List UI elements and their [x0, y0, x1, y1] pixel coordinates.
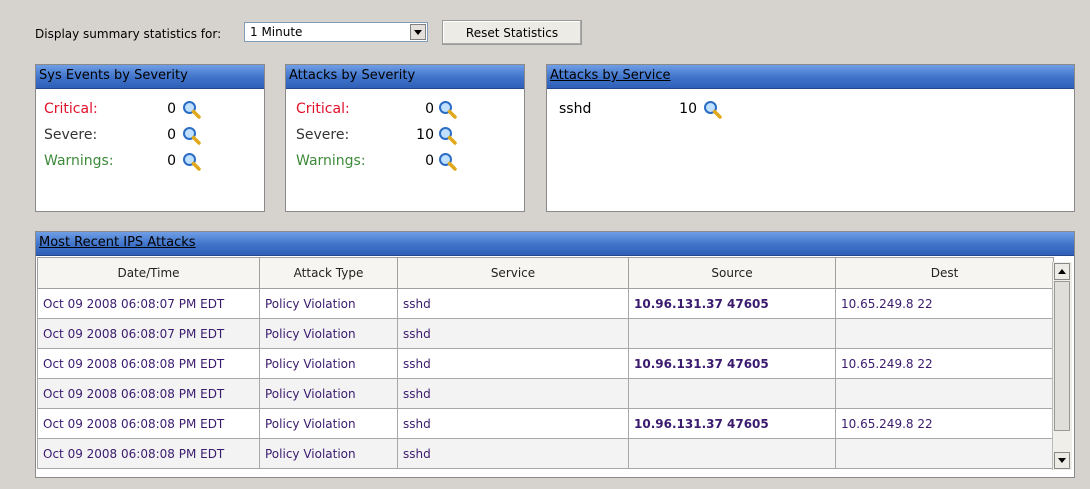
cell-attack-type: Policy Violation — [259, 318, 398, 349]
recent-attacks-table: Date/Time Attack Type Service Source Des… — [37, 257, 1054, 469]
cell-attack-type: Policy Violation — [259, 378, 398, 409]
cell-datetime: Oct 09 2008 06:08:08 PM EDT — [37, 438, 260, 469]
cell-dest: 10.65.249.8 22 — [835, 408, 1054, 439]
magnifier-icon[interactable] — [438, 126, 458, 150]
dropdown-arrow-icon[interactable] — [410, 24, 426, 40]
attacks-service-title[interactable]: Attacks by Service — [547, 65, 1074, 89]
table-row[interactable]: Oct 09 2008 06:08:07 PM EDT Policy Viola… — [37, 288, 1054, 319]
cell-dest: 10.65.249.8 22 — [835, 348, 1054, 379]
column-header-attack-type[interactable]: Attack Type — [259, 257, 398, 289]
column-header-service[interactable]: Service — [397, 257, 629, 289]
table-scrollbar[interactable] — [1052, 262, 1072, 470]
cell-source — [628, 438, 836, 469]
table-header-row: Date/Time Attack Type Service Source Des… — [37, 257, 1054, 289]
cell-dest — [835, 318, 1054, 349]
attacks-severity-panel: Attacks by Severity Critical: 0 Severe: … — [285, 64, 525, 212]
magnifier-icon[interactable] — [182, 126, 202, 150]
atk-critical-row: Critical: 0 — [296, 101, 516, 119]
scroll-up-icon[interactable] — [1054, 263, 1070, 280]
magnifier-icon[interactable] — [182, 100, 202, 124]
sys-critical-label: Critical: — [44, 101, 98, 117]
column-header-source[interactable]: Source — [628, 257, 836, 289]
cell-source — [628, 318, 836, 349]
table-row[interactable]: Oct 09 2008 06:08:08 PM EDT Policy Viola… — [37, 408, 1054, 439]
recent-attacks-title[interactable]: Most Recent IPS Attacks — [36, 232, 1074, 256]
cell-service: sshd — [397, 408, 629, 439]
sys-severe-row: Severe: 0 — [44, 127, 264, 145]
cell-datetime: Oct 09 2008 06:08:08 PM EDT — [37, 408, 260, 439]
column-header-dest[interactable]: Dest — [835, 257, 1054, 289]
sys-warnings-row: Warnings: 0 — [44, 153, 264, 171]
cell-dest — [835, 378, 1054, 409]
cell-service: sshd — [397, 348, 629, 379]
cell-attack-type: Policy Violation — [259, 408, 398, 439]
scrollbar-thumb[interactable] — [1054, 281, 1070, 431]
summary-period-label: Display summary statistics for: — [35, 27, 222, 41]
attacks-severity-title: Attacks by Severity — [286, 65, 524, 89]
recent-attacks-title-link[interactable]: Most Recent IPS Attacks — [39, 235, 196, 250]
atk-warnings-value: 0 — [425, 153, 434, 169]
sys-warnings-value: 0 — [167, 153, 176, 169]
recent-attacks-panel: Most Recent IPS Attacks Date/Time Attack… — [35, 231, 1075, 478]
atk-severe-value: 10 — [416, 127, 434, 143]
atk-warnings-row: Warnings: 0 — [296, 153, 516, 171]
magnifier-icon[interactable] — [438, 100, 458, 124]
period-select[interactable]: 1 Minute — [244, 22, 428, 42]
cell-service: sshd — [397, 318, 629, 349]
table-row[interactable]: Oct 09 2008 06:08:08 PM EDT Policy Viola… — [37, 348, 1054, 379]
magnifier-icon[interactable] — [703, 100, 723, 124]
cell-attack-type: Policy Violation — [259, 348, 398, 379]
sys-critical-value: 0 — [167, 101, 176, 117]
table-row[interactable]: Oct 09 2008 06:08:07 PM EDT Policy Viola… — [37, 318, 1054, 349]
cell-datetime: Oct 09 2008 06:08:07 PM EDT — [37, 288, 260, 319]
service-name: sshd — [559, 101, 592, 117]
scroll-down-icon[interactable] — [1054, 452, 1070, 469]
cell-source — [628, 378, 836, 409]
atk-warnings-label: Warnings: — [296, 153, 366, 169]
cell-datetime: Oct 09 2008 06:08:08 PM EDT — [37, 348, 260, 379]
sys-severe-value: 0 — [167, 127, 176, 143]
magnifier-icon[interactable] — [182, 152, 202, 176]
sys-critical-row: Critical: 0 — [44, 101, 264, 119]
magnifier-icon[interactable] — [438, 152, 458, 176]
atk-critical-value: 0 — [425, 101, 434, 117]
reset-statistics-button[interactable]: Reset Statistics — [442, 20, 582, 45]
cell-attack-type: Policy Violation — [259, 288, 398, 319]
sys-warnings-label: Warnings: — [44, 153, 114, 169]
cell-source: 10.96.131.37 47605 — [628, 288, 836, 319]
attacks-service-title-link[interactable]: Attacks by Service — [550, 68, 671, 83]
period-select-value: 1 Minute — [250, 25, 303, 39]
table-row[interactable]: Oct 09 2008 06:08:08 PM EDT Policy Viola… — [37, 438, 1054, 469]
atk-critical-label: Critical: — [296, 101, 350, 117]
sys-events-title: Sys Events by Severity — [36, 65, 264, 89]
table-row[interactable]: Oct 09 2008 06:08:08 PM EDT Policy Viola… — [37, 378, 1054, 409]
cell-datetime: Oct 09 2008 06:08:08 PM EDT — [37, 378, 260, 409]
atk-severe-row: Severe: 10 — [296, 127, 516, 145]
sys-events-panel: Sys Events by Severity Critical: 0 Sever… — [35, 64, 265, 212]
service-count: 10 — [679, 101, 697, 117]
cell-service: sshd — [397, 288, 629, 319]
cell-source: 10.96.131.37 47605 — [628, 408, 836, 439]
cell-datetime: Oct 09 2008 06:08:07 PM EDT — [37, 318, 260, 349]
cell-service: sshd — [397, 378, 629, 409]
service-row: sshd 10 — [559, 101, 859, 119]
cell-dest: 10.65.249.8 22 — [835, 288, 1054, 319]
column-header-datetime[interactable]: Date/Time — [37, 257, 260, 289]
sys-severe-label: Severe: — [44, 127, 98, 143]
cell-dest — [835, 438, 1054, 469]
cell-service: sshd — [397, 438, 629, 469]
attacks-service-panel: Attacks by Service sshd 10 — [546, 64, 1075, 212]
cell-source: 10.96.131.37 47605 — [628, 348, 836, 379]
atk-severe-label: Severe: — [296, 127, 350, 143]
cell-attack-type: Policy Violation — [259, 438, 398, 469]
